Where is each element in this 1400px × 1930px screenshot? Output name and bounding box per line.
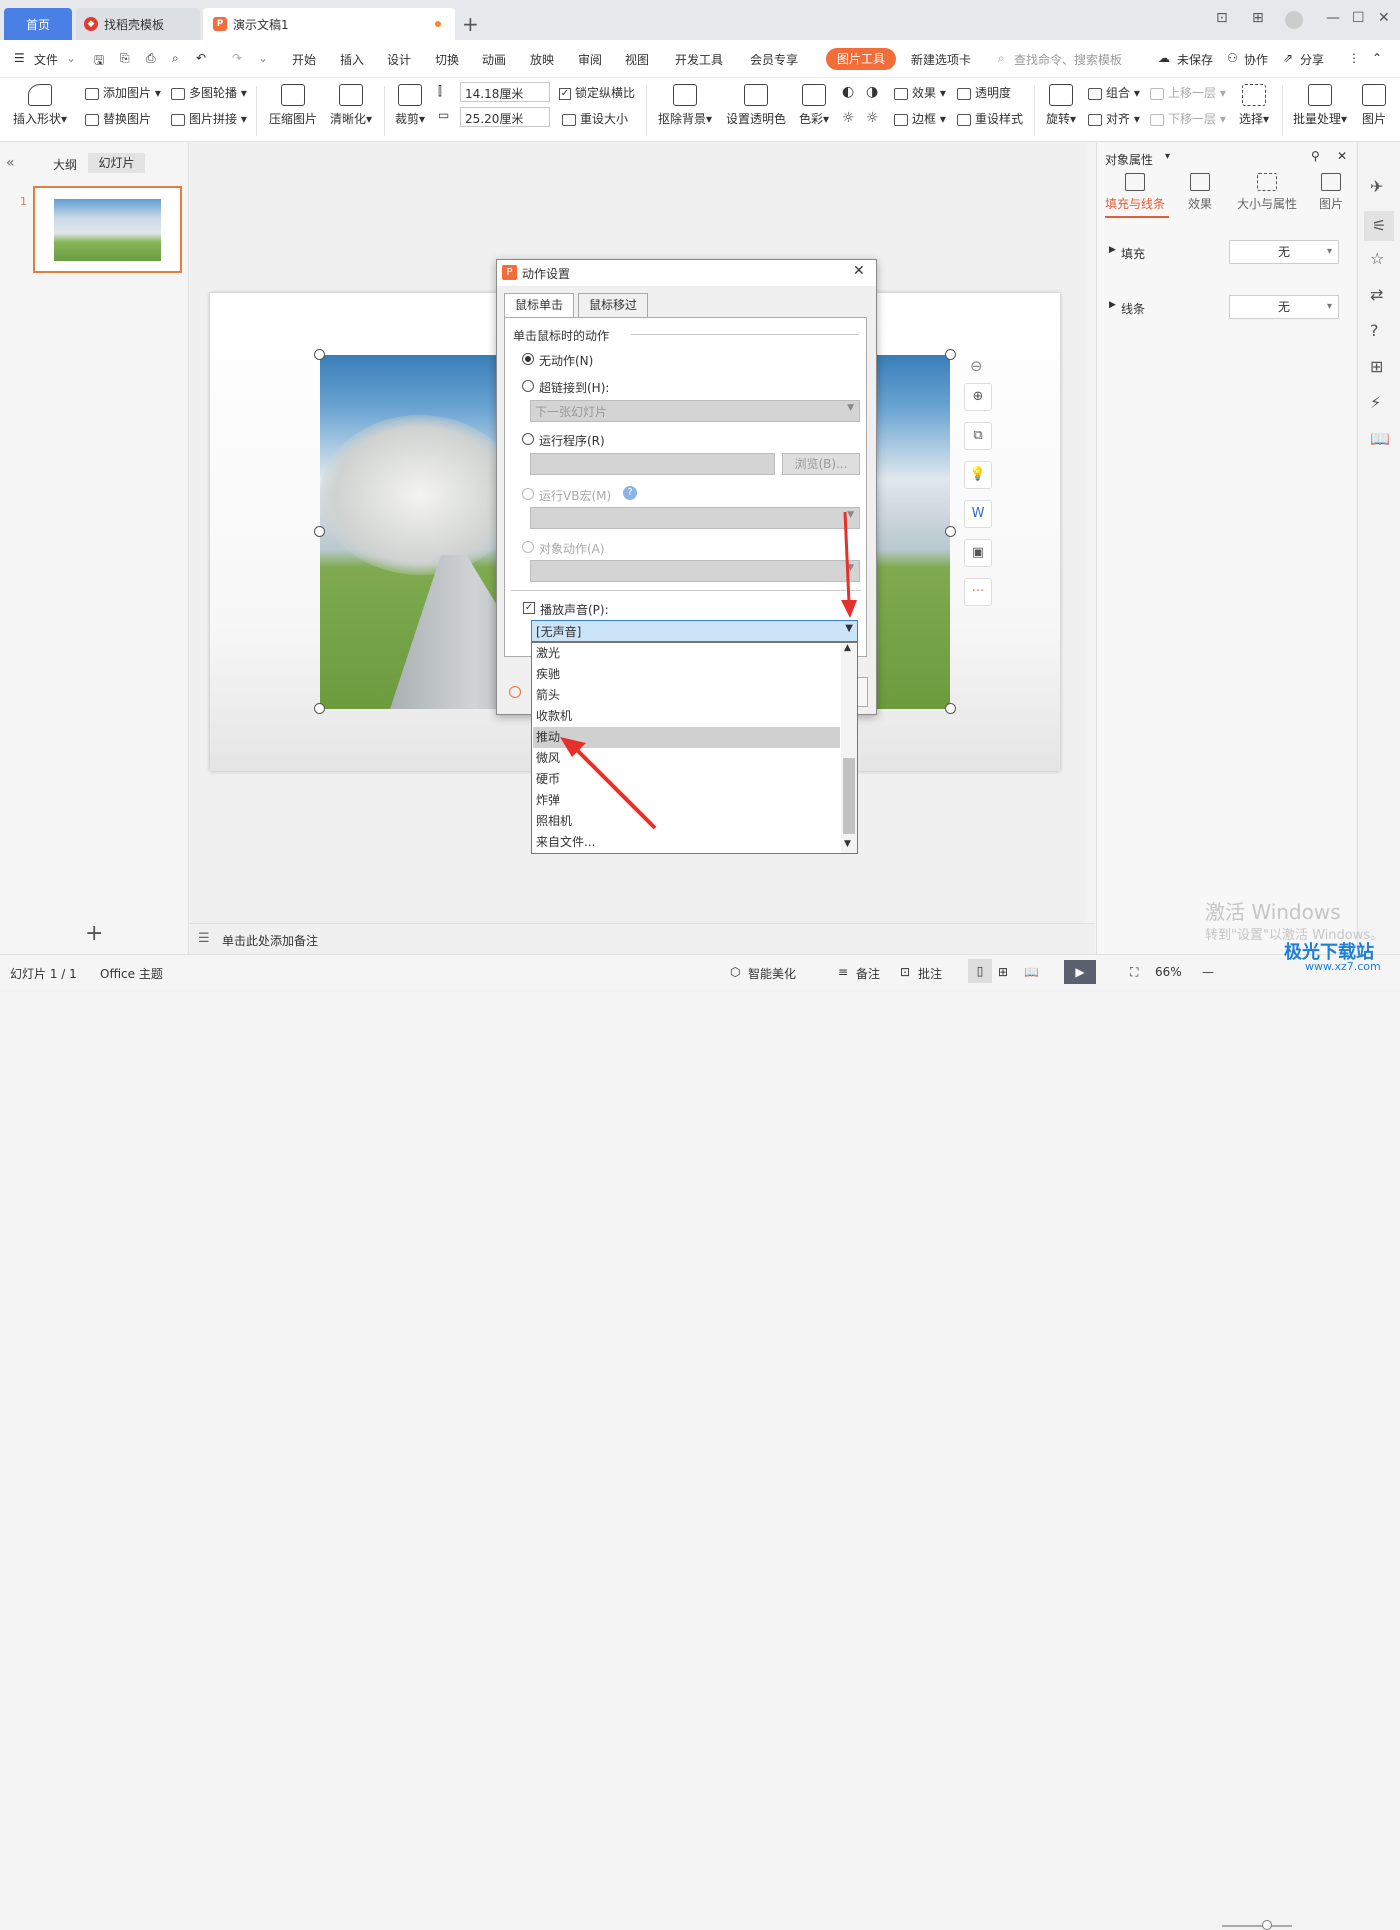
zoom-slider[interactable] [1222,1925,1292,1927]
activate-windows-title: 激活 Windows [1205,900,1341,924]
arrow-down-line [843,511,851,604]
annotation-arrows [560,511,857,830]
zoom-slider-thumb[interactable] [1262,1920,1272,1930]
site-url: www.xz7.com [1305,960,1381,973]
arrow-left-line [573,746,657,830]
arrow-down-head [841,600,857,618]
